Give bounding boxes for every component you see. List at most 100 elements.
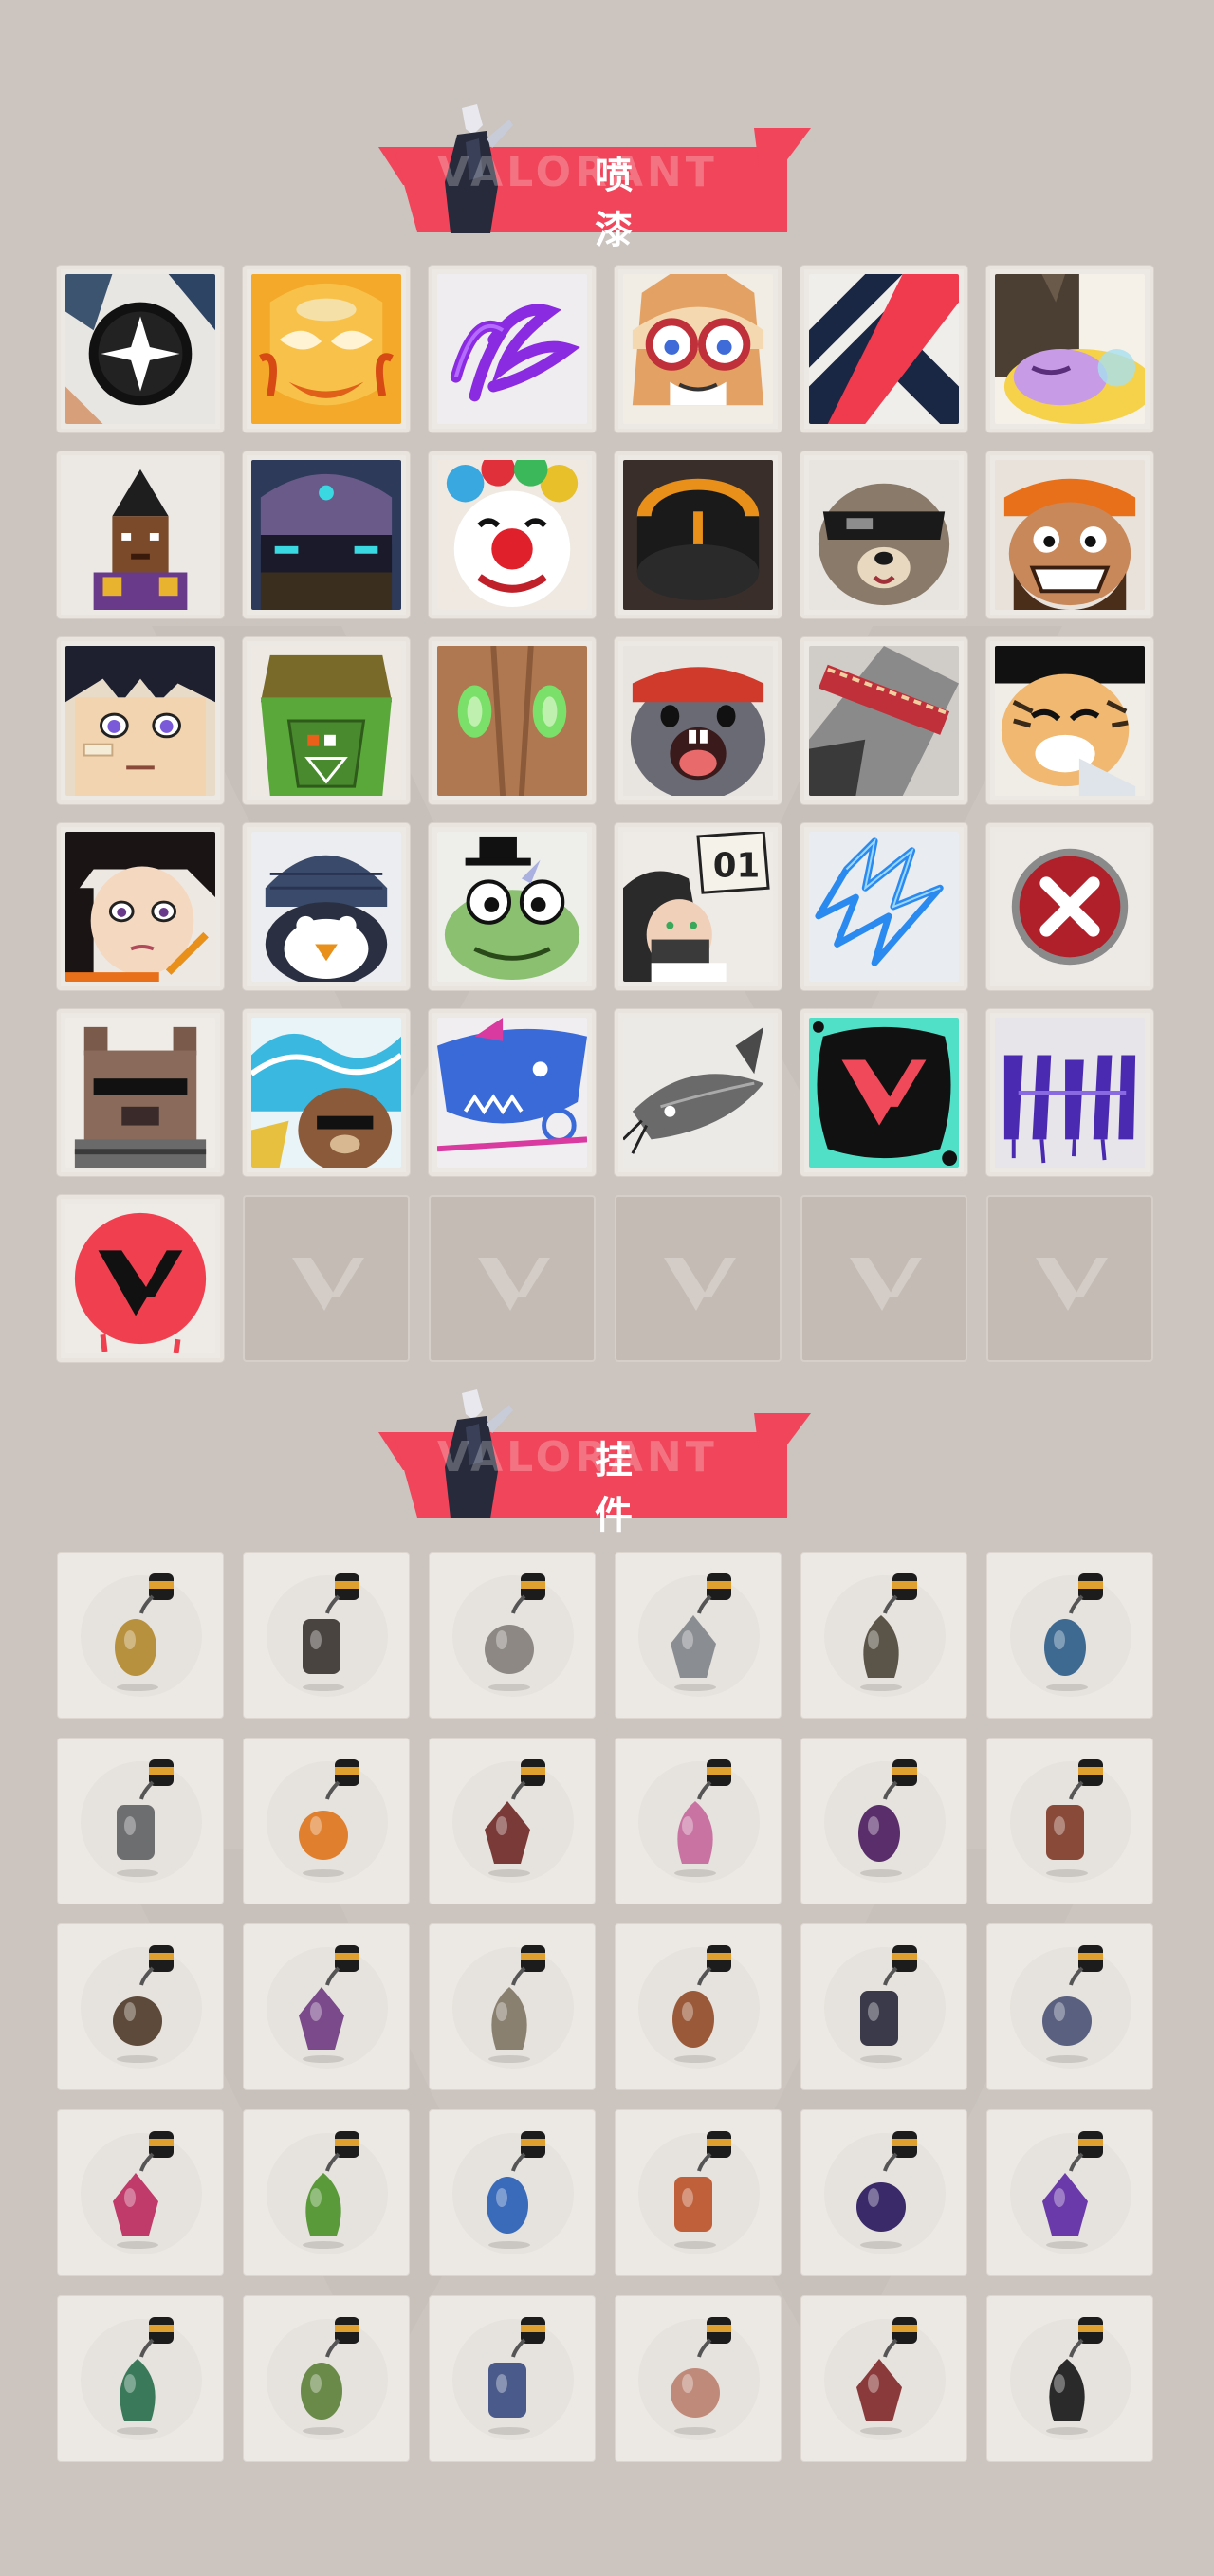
goblin-charm-tile[interactable] <box>243 2295 410 2462</box>
empty-spray-slot[interactable] <box>800 1195 967 1362</box>
spray-tile[interactable] <box>429 266 596 432</box>
spray-tile[interactable] <box>615 637 782 804</box>
radio-charm-icon <box>674 2131 731 2249</box>
lantern-charm-tile[interactable] <box>800 2295 967 2462</box>
can-charm-tile[interactable] <box>57 2295 224 2462</box>
agent-figure-charm-tile[interactable] <box>243 1923 410 2090</box>
pager-charm-icon <box>303 2131 359 2249</box>
blade-charm-icon <box>117 1759 174 1877</box>
box-charm-tile[interactable] <box>615 1923 782 2090</box>
spray-tile[interactable] <box>429 451 596 618</box>
spray-tile[interactable] <box>986 637 1153 804</box>
v-logo-placeholder-icon <box>478 1258 550 1311</box>
spray-tile[interactable] <box>57 1009 224 1176</box>
carrot-charm-tile[interactable] <box>243 1738 410 1904</box>
carrot-charm-icon <box>299 1759 359 1877</box>
rope-charm-icon <box>485 1759 545 1877</box>
spray-tile[interactable] <box>800 637 967 804</box>
clown-icon <box>437 460 587 610</box>
pager-charm-tile[interactable] <box>243 2109 410 2276</box>
spray-tile[interactable] <box>243 1009 410 1176</box>
helmet-icon <box>251 460 401 610</box>
spray-tile[interactable] <box>429 1009 596 1176</box>
unicorn-icon <box>995 274 1145 424</box>
spray-tile[interactable] <box>986 451 1153 618</box>
spray-tile[interactable] <box>243 451 410 618</box>
feather-charm-tile[interactable] <box>615 2295 782 2462</box>
dark-figure-charm-tile[interactable] <box>800 1923 967 2090</box>
blade-charm-tile[interactable] <box>57 1738 224 1904</box>
teddy-charm-tile[interactable] <box>986 1738 1153 1904</box>
v-medal-charm-icon <box>1046 2317 1103 2435</box>
spray-tile[interactable] <box>57 451 224 618</box>
ufo-charm-icon <box>488 2317 545 2435</box>
pixel-heart-charm-tile[interactable] <box>986 2109 1153 2276</box>
spray-tile[interactable] <box>57 823 224 990</box>
spray-tile[interactable] <box>800 266 967 432</box>
lantern-charm-icon <box>856 2317 917 2435</box>
spray-tile[interactable] <box>986 1009 1153 1176</box>
bag-charm-tile[interactable] <box>800 1552 967 1719</box>
charms-section-header: VALORANT 挂 件 <box>375 1380 820 1537</box>
spray-tile[interactable] <box>615 266 782 432</box>
ep9-tag-purple-charm-tile[interactable] <box>800 2109 967 2276</box>
charms-grid <box>57 1552 1157 2462</box>
spray-tile[interactable] <box>243 266 410 432</box>
ep9-tag-charm-icon <box>858 1759 917 1877</box>
rope-charm-tile[interactable] <box>429 1738 596 1904</box>
charms-section-title: 挂 件 <box>595 1439 657 1537</box>
spray-tile[interactable] <box>800 1009 967 1176</box>
grey-cat-charm-icon <box>671 1573 731 1691</box>
empty-spray-slot[interactable] <box>243 1195 410 1362</box>
creature-charm-icon <box>1042 1945 1103 2063</box>
drone-charm-tile[interactable] <box>243 1552 410 1719</box>
v-medal-charm-tile[interactable] <box>986 2295 1153 2462</box>
frog-icon <box>437 832 587 982</box>
spray-tile[interactable] <box>615 451 782 618</box>
spray-tile[interactable] <box>800 451 967 618</box>
pixel-heart-charm-icon <box>1042 2131 1103 2249</box>
v-logo-placeholder-icon <box>850 1258 922 1311</box>
grey-cat-charm-tile[interactable] <box>615 1552 782 1719</box>
creature-charm-tile[interactable] <box>986 1923 1153 2090</box>
wave-bear-icon <box>251 1018 401 1168</box>
spray-tile[interactable] <box>429 823 596 990</box>
spray-tile[interactable] <box>615 1009 782 1176</box>
lava-lamp-charm-tile[interactable] <box>57 2109 224 2276</box>
astronaut-charm-tile[interactable] <box>429 2109 596 2276</box>
spray-tile[interactable] <box>57 1195 224 1362</box>
ep9-tag-purple-charm-icon <box>856 2131 917 2249</box>
spray-tile[interactable] <box>986 266 1153 432</box>
spray-tile[interactable] <box>57 637 224 804</box>
lightning-icon <box>809 832 959 982</box>
bottle-charm-tile[interactable] <box>986 1552 1153 1719</box>
gold-cat-charm-tile[interactable] <box>57 1552 224 1719</box>
spray-tile[interactable] <box>986 823 1153 990</box>
empty-spray-slot[interactable] <box>986 1195 1153 1362</box>
bag-charm-icon <box>860 1573 917 1691</box>
empty-spray-slot[interactable] <box>615 1195 782 1362</box>
cupcake-charm-tile[interactable] <box>615 1738 782 1904</box>
hat-figure-charm-tile[interactable] <box>429 1923 596 2090</box>
seal-icon <box>623 646 773 796</box>
drone-charm-icon <box>303 1573 359 1691</box>
crate-charm-tile[interactable] <box>57 1923 224 2090</box>
chevron-icon <box>809 274 959 424</box>
bottle-charm-icon <box>1044 1573 1103 1691</box>
spray-tile[interactable] <box>243 637 410 804</box>
teddy-charm-icon <box>1046 1759 1103 1877</box>
kid-face-icon <box>65 646 215 796</box>
raccoon-icon <box>809 460 959 610</box>
spray-tile[interactable] <box>243 823 410 990</box>
spray-tile[interactable] <box>57 266 224 432</box>
spray-tile[interactable] <box>800 823 967 990</box>
tiger-icon <box>995 646 1145 796</box>
spray-tile[interactable]: 01 <box>615 823 782 990</box>
ufo-charm-tile[interactable] <box>429 2295 596 2462</box>
basket-charm-tile[interactable] <box>429 1552 596 1719</box>
v-logo-placeholder-icon <box>664 1258 736 1311</box>
radio-charm-tile[interactable] <box>615 2109 782 2276</box>
ep9-tag-charm-tile[interactable] <box>800 1738 967 1904</box>
spray-tile[interactable] <box>429 637 596 804</box>
empty-spray-slot[interactable] <box>429 1195 596 1362</box>
